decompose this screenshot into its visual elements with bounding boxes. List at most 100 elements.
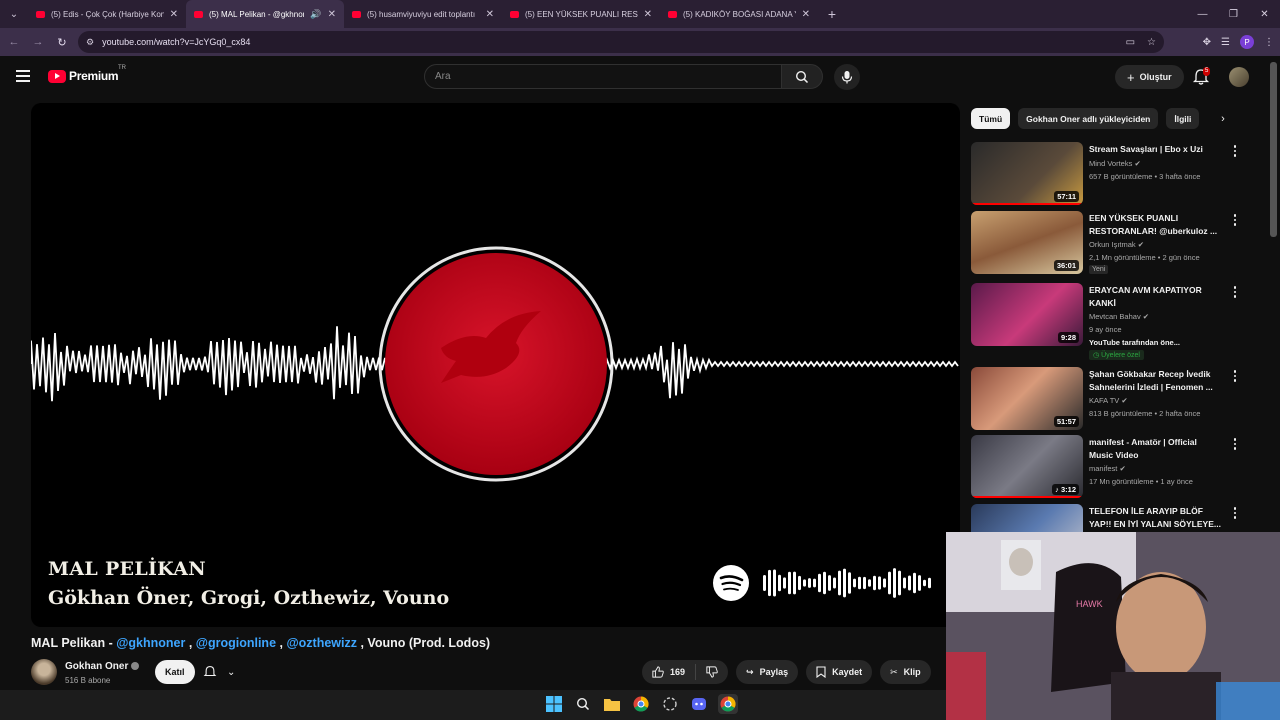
voice-search-button[interactable] bbox=[834, 64, 860, 90]
spectrum-bar bbox=[838, 570, 841, 596]
promoted-note: YouTube tarafından öne... bbox=[1089, 338, 1180, 347]
related-video-item[interactable]: 57:11 Stream Savaşları | Ebo x Uzi Mind … bbox=[971, 142, 1251, 206]
extensions-icon[interactable]: ✥ bbox=[1203, 37, 1211, 48]
browser-tab[interactable]: (5) husamviyuviyu edit toplantı ✕ bbox=[344, 0, 502, 28]
dislike-button[interactable] bbox=[696, 666, 728, 678]
duration-badge: 9:28 bbox=[1057, 332, 1079, 343]
chip-related[interactable]: İlgili bbox=[1166, 108, 1200, 129]
save-label: Kaydet bbox=[832, 667, 863, 677]
minimize-icon[interactable]: — bbox=[1187, 0, 1218, 28]
windows-taskbar bbox=[0, 690, 946, 720]
tab-title: (5) EEN YÜKSEK PUANLI RESTO bbox=[525, 9, 638, 19]
subscriber-count: 516 B abone bbox=[65, 676, 111, 685]
chevron-right-icon[interactable]: › bbox=[1214, 110, 1232, 128]
account-avatar[interactable] bbox=[1229, 67, 1249, 87]
discord-icon[interactable] bbox=[689, 694, 709, 714]
video-thumbnail[interactable]: ♪ 3:12 bbox=[971, 435, 1083, 498]
browser-tab-active[interactable]: (5) MAL Pelikan - @gkhnon 🔊 ✕ bbox=[186, 0, 344, 28]
related-video-item[interactable]: 36:01 EEN YÜKSEK PUANLI RESTORANLAR! @ub… bbox=[971, 211, 1251, 275]
channel-text: Mevtcan Bahav bbox=[1089, 312, 1141, 321]
channel-name[interactable]: Gokhan Oner bbox=[65, 661, 140, 672]
share-button[interactable]: ↪ Paylaş bbox=[736, 660, 799, 684]
video-thumbnail[interactable]: 51:57 bbox=[971, 367, 1083, 430]
browser-tab[interactable]: (5) KADIKÖY BOĞASI ADANA Y ✕ bbox=[660, 0, 818, 28]
like-dislike-group: 169 bbox=[642, 660, 729, 684]
save-button[interactable]: Kaydet bbox=[806, 660, 873, 684]
channel-text: KAFA TV bbox=[1089, 396, 1120, 405]
close-icon[interactable]: ✕ bbox=[486, 9, 494, 20]
search-button[interactable] bbox=[781, 64, 823, 89]
youtube-favicon-icon bbox=[352, 10, 361, 18]
close-icon[interactable]: ✕ bbox=[802, 9, 810, 20]
restore-icon[interactable]: ❐ bbox=[1218, 0, 1249, 28]
video-thumbnail[interactable]: 36:01 bbox=[971, 211, 1083, 274]
page-scrollbar[interactable] bbox=[1270, 62, 1277, 237]
browser-tab[interactable]: (5) EEN YÜKSEK PUANLI RESTO ✕ bbox=[502, 0, 660, 28]
search-input[interactable]: Ara bbox=[424, 64, 782, 89]
browser-tab[interactable]: (5) Edis - Çok Çok (Harbiye Kon ✕ bbox=[28, 0, 186, 28]
logo-text: Premium bbox=[69, 69, 119, 83]
more-options-icon[interactable] bbox=[1231, 285, 1239, 299]
more-options-icon[interactable] bbox=[1231, 144, 1239, 158]
clip-button[interactable]: ✂ Klip bbox=[880, 660, 931, 684]
related-video-item[interactable]: 9:28 ERAYCAN AVM KAPATIYOR KANKİ Mevtcan… bbox=[971, 283, 1251, 360]
chip-from-uploader[interactable]: Gokhan Oner adlı yükleyiciden bbox=[1018, 108, 1159, 129]
browser-menu-icon[interactable]: ⋮ bbox=[1264, 37, 1274, 48]
bookmark-star-icon[interactable]: ☆ bbox=[1147, 37, 1156, 48]
more-options-icon[interactable] bbox=[1231, 437, 1239, 451]
more-options-icon[interactable] bbox=[1231, 506, 1239, 520]
duration-badge: 36:01 bbox=[1053, 260, 1079, 271]
back-icon[interactable]: ← bbox=[2, 30, 26, 54]
chrome-icon[interactable] bbox=[631, 694, 651, 714]
mention-link[interactable]: @ozthewizz bbox=[286, 636, 357, 650]
video-thumbnail[interactable]: 9:28 bbox=[971, 283, 1083, 346]
close-icon[interactable]: ✕ bbox=[170, 9, 178, 20]
join-button[interactable]: Katıl bbox=[155, 660, 195, 684]
spectrum-bar bbox=[823, 571, 826, 595]
taskbar-search-icon[interactable] bbox=[573, 694, 593, 714]
chevron-down-icon: ⌄ bbox=[227, 666, 236, 678]
tab-search-icon[interactable]: ⌄ bbox=[0, 0, 28, 28]
profile-avatar[interactable]: P bbox=[1240, 35, 1254, 49]
channel-avatar[interactable] bbox=[31, 659, 57, 685]
new-tab-icon[interactable]: + bbox=[818, 6, 846, 22]
channel-text: Orkun Işıtmak bbox=[1089, 240, 1136, 249]
app-icon[interactable] bbox=[660, 694, 680, 714]
like-button[interactable]: 169 bbox=[642, 664, 697, 680]
reload-icon[interactable]: ↻ bbox=[50, 30, 74, 54]
windows-start-icon[interactable] bbox=[544, 694, 564, 714]
tab-title: (5) husamviyuviyu edit toplantı bbox=[367, 9, 476, 19]
notification-count-badge: 5 bbox=[1203, 67, 1211, 76]
close-icon[interactable]: ✕ bbox=[644, 9, 652, 20]
more-options-icon[interactable] bbox=[1231, 213, 1239, 227]
chip-all[interactable]: Tümü bbox=[971, 108, 1011, 129]
file-explorer-icon[interactable] bbox=[602, 694, 622, 714]
mention-link[interactable]: @gkhnoner bbox=[116, 636, 185, 650]
menu-icon[interactable] bbox=[16, 70, 30, 82]
create-button[interactable]: + Oluştur bbox=[1115, 65, 1184, 89]
related-meta: 813 B görüntüleme • 2 hafta önce bbox=[1089, 409, 1201, 418]
channel-text: Mind Vorteks bbox=[1089, 159, 1133, 168]
more-options-icon[interactable] bbox=[1231, 369, 1239, 383]
forward-icon[interactable]: → bbox=[26, 30, 50, 54]
cast-icon[interactable]: ▭ bbox=[1126, 37, 1135, 48]
url-text: youtube.com/watch?v=JcYGq0_cx84 bbox=[102, 37, 251, 47]
spectrum-bar bbox=[873, 575, 876, 591]
chrome-active-icon[interactable] bbox=[718, 694, 738, 714]
video-thumbnail[interactable]: 57:11 bbox=[971, 142, 1083, 205]
subscription-notification-button[interactable]: ⌄ bbox=[203, 661, 235, 683]
reading-list-icon[interactable]: ☰ bbox=[1221, 37, 1230, 48]
related-video-item[interactable]: ♪ 3:12 manifest - Amatör | Official Musi… bbox=[971, 435, 1251, 499]
close-icon[interactable]: ✕ bbox=[328, 9, 336, 20]
window-close-icon[interactable]: ✕ bbox=[1249, 0, 1280, 28]
mention-link[interactable]: @grogionline bbox=[196, 636, 276, 650]
address-bar[interactable]: ⚙ youtube.com/watch?v=JcYGq0_cx84 ▭ ☆ bbox=[78, 31, 1164, 53]
speaker-icon[interactable]: 🔊 bbox=[310, 9, 321, 20]
related-title: TELEFON İLE ARAYIP BLÖF YAP!! EN İYİ YAL… bbox=[1089, 506, 1221, 529]
site-settings-icon[interactable]: ⚙ bbox=[86, 37, 94, 48]
spectrum-bar bbox=[768, 569, 771, 597]
spectrum-bar bbox=[868, 579, 871, 587]
youtube-premium-logo[interactable]: Premium TR bbox=[48, 65, 126, 83]
video-player[interactable]: MAL PELİKAN Gökhan Öner, Grogi, Ozthewiz… bbox=[31, 103, 960, 627]
related-video-item[interactable]: 51:57 Şahan Gökbakar Recep İvedik Sahnel… bbox=[971, 367, 1251, 431]
